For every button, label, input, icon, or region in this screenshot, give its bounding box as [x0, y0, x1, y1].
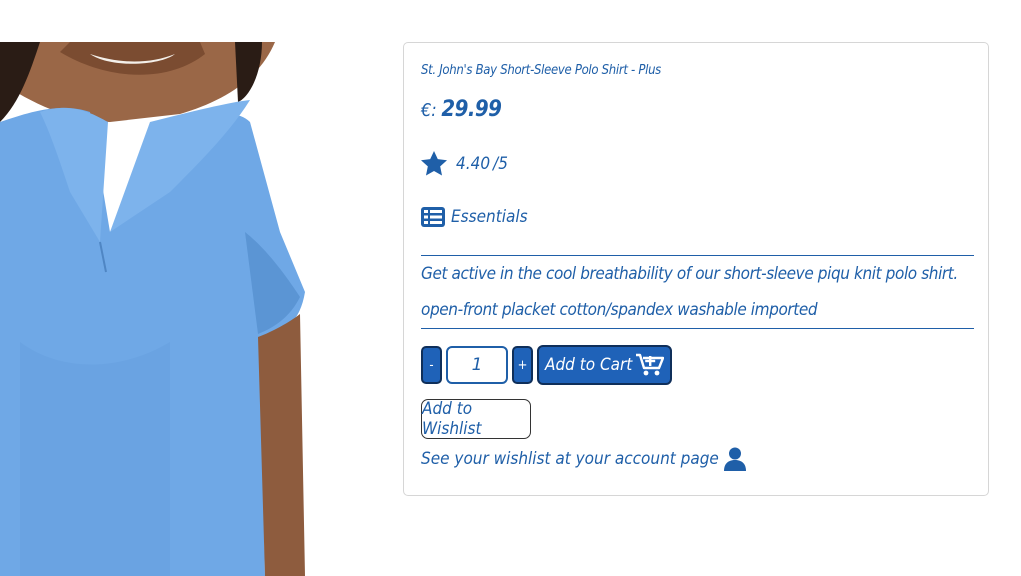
- quantity-input[interactable]: [446, 346, 508, 384]
- rating-value: 4.40: [456, 153, 491, 174]
- list-icon: [421, 207, 445, 227]
- category-row: Essentials: [421, 207, 528, 227]
- rating-max: /5: [493, 153, 508, 174]
- price-row: €: 29.99: [421, 97, 502, 122]
- product-card: St. John's Bay Short-Sleeve Polo Shirt -…: [403, 42, 989, 496]
- user-icon: [723, 447, 746, 471]
- product-image: [0, 42, 330, 576]
- add-to-cart-label: Add to Cart: [545, 355, 633, 375]
- add-to-wishlist-button[interactable]: Add to Wishlist: [421, 399, 531, 439]
- add-to-cart-button[interactable]: Add to Cart: [537, 345, 673, 385]
- price-value: 29.99: [441, 97, 502, 122]
- wishlist-note-text[interactable]: See your wishlist at your account page: [421, 449, 719, 469]
- currency-label: €:: [421, 100, 437, 121]
- wishlist-note[interactable]: See your wishlist at your account page: [421, 447, 746, 471]
- decrement-button[interactable]: -: [421, 346, 442, 384]
- category-label: Essentials: [451, 207, 528, 227]
- product-title: St. John's Bay Short-Sleeve Polo Shirt -…: [421, 63, 661, 78]
- quantity-controls: - + Add to Cart: [421, 345, 673, 385]
- product-description: Get active in the cool breathability of …: [421, 255, 974, 329]
- increment-button[interactable]: +: [512, 346, 533, 384]
- rating-row: 4.40/5: [421, 151, 508, 176]
- star-icon: [421, 151, 447, 176]
- cart-plus-icon: [636, 353, 665, 376]
